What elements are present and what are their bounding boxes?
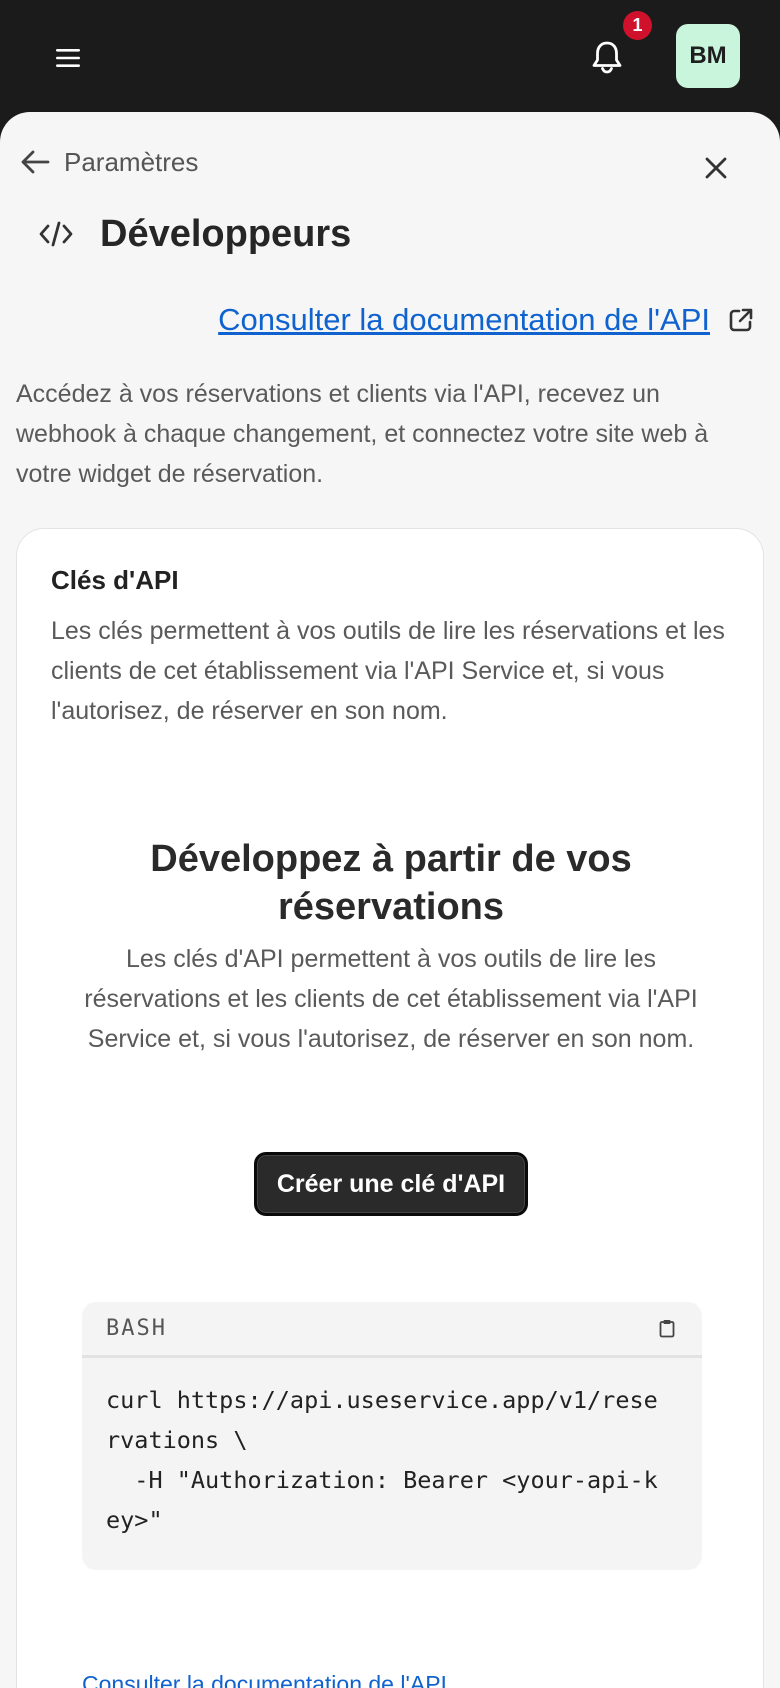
empty-state-description: Les clés d'API permettent à vos outils d… — [84, 945, 698, 1053]
code-language-label: BASH — [106, 1316, 167, 1341]
api-keys-description: Les clés permettent à vos outils de lire… — [51, 617, 725, 725]
arrow-left-icon — [21, 150, 50, 174]
close-icon — [705, 157, 727, 179]
api-docs-link-bottom[interactable]: Consulter la documentation de l'API — [82, 1671, 447, 1688]
clipboard-icon — [659, 1320, 675, 1338]
notifications-button[interactable] — [586, 36, 628, 78]
external-link-icon[interactable] — [728, 307, 754, 333]
api-keys-title: Clés d'API — [51, 565, 179, 595]
intro-text: Accédez à vos réservations et clients vi… — [16, 380, 709, 488]
back-to-settings-link[interactable]: Paramètres — [20, 142, 198, 182]
create-api-key-button[interactable]: Créer une clé d'API — [254, 1152, 528, 1216]
code-snippet: BASH curl https://api.useservice.app/v1/… — [82, 1302, 702, 1570]
menu-button[interactable] — [50, 40, 86, 76]
copy-code-button[interactable] — [654, 1316, 680, 1342]
page-header: Développeurs — [38, 208, 351, 260]
empty-state-title: Développez à partir de vos réservations — [150, 838, 632, 928]
settings-panel: Paramètres Développeurs Consulter la doc… — [0, 112, 780, 1688]
back-label: Paramètres — [64, 146, 199, 177]
page-title: Développeurs — [100, 212, 352, 255]
avatar[interactable]: BM — [676, 24, 740, 88]
top-bar: 1 BM — [0, 0, 780, 112]
code-icon — [39, 221, 73, 247]
bell-icon — [592, 41, 622, 74]
code-content[interactable]: curl https://api.useservice.app/v1/rese … — [82, 1358, 702, 1540]
notification-badge: 1 — [623, 11, 652, 40]
api-docs-link-container: Consulter la documentation de l'API — [218, 298, 754, 342]
api-keys-card: Clés d'API Les clés permettent à vos out… — [16, 528, 764, 1688]
close-button[interactable] — [698, 150, 734, 186]
api-docs-link[interactable]: Consulter la documentation de l'API — [218, 302, 710, 338]
hamburger-icon — [56, 49, 80, 67]
code-snippet-header: BASH — [82, 1302, 702, 1358]
